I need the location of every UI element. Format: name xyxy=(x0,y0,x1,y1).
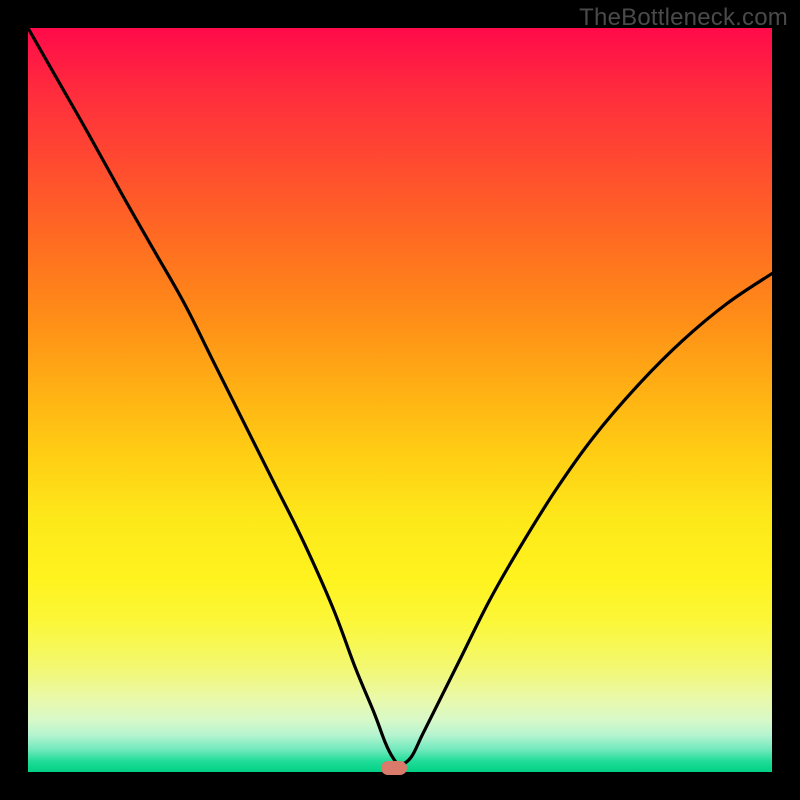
gradient-background xyxy=(28,28,772,772)
chart-frame: TheBottleneck.com xyxy=(0,0,800,800)
watermark-text: TheBottleneck.com xyxy=(579,4,788,32)
optimal-marker xyxy=(381,761,407,775)
